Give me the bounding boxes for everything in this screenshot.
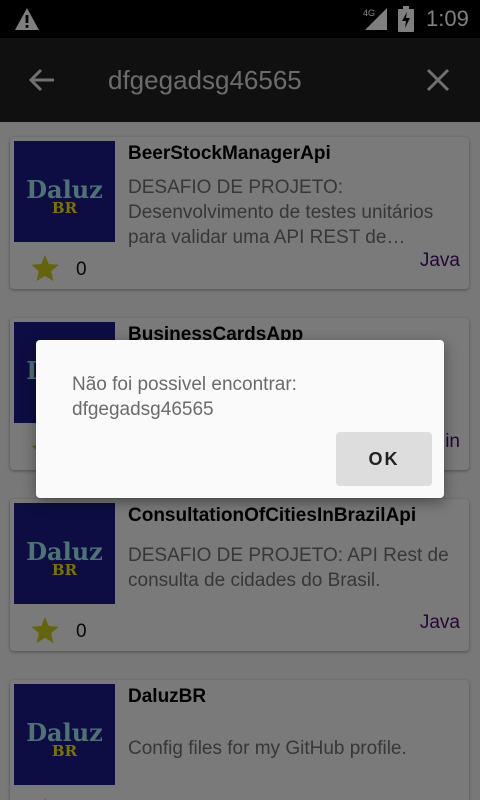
ok-button[interactable]: OK (336, 432, 432, 486)
dialog-message: Não foi possivel encontrar: dfgegadsg465… (72, 374, 297, 420)
alert-dialog: Não foi possivel encontrar: dfgegadsg465… (36, 340, 444, 498)
